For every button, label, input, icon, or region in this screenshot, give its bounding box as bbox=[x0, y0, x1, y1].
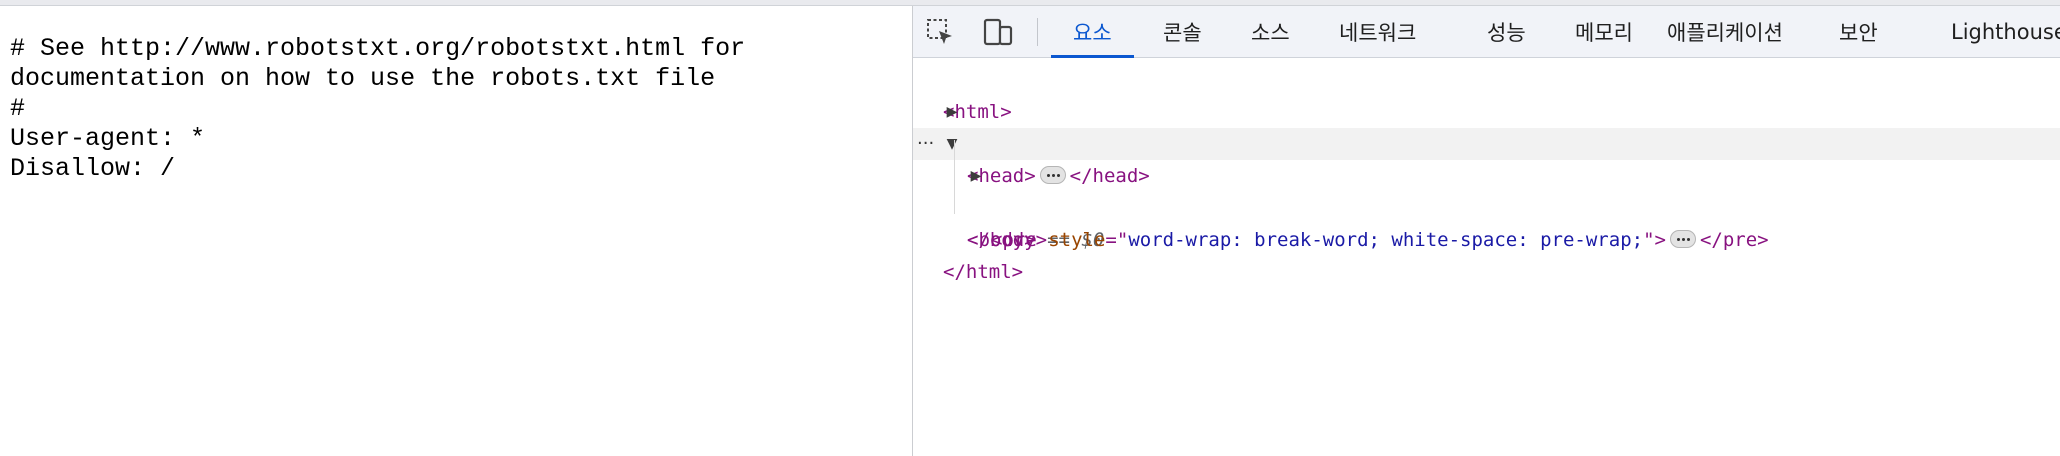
html-close-tag: </html> bbox=[943, 261, 1024, 283]
dom-node-html[interactable]: <html> bbox=[913, 64, 2060, 123]
tab-label: 콘솔 bbox=[1163, 21, 1202, 45]
tab-label: 요소 bbox=[1073, 21, 1112, 45]
page-content-pane: # See http://www.robotstxt.org/robotstxt… bbox=[0, 6, 912, 456]
expand-arrow-icon[interactable]: ▶ bbox=[969, 160, 983, 192]
tab-console[interactable]: 콘솔 bbox=[1163, 6, 1202, 58]
tree-indent-guide bbox=[954, 140, 955, 214]
tab-memory[interactable]: 메모리 bbox=[1575, 6, 1633, 58]
tab-label: 네트워크 bbox=[1339, 21, 1417, 45]
robots-txt-content: # See http://www.robotstxt.org/robotstxt… bbox=[10, 34, 745, 184]
tab-security[interactable]: 보안 bbox=[1839, 6, 1878, 58]
dom-node-head[interactable]: ▶ <head> </head> bbox=[913, 96, 2060, 187]
device-toolbar-icon[interactable] bbox=[981, 16, 1015, 48]
tab-application[interactable]: 애플리케이션 bbox=[1667, 6, 1783, 58]
tab-label: 소스 bbox=[1251, 21, 1290, 45]
tab-label: 보안 bbox=[1839, 21, 1878, 45]
dom-node-pre[interactable]: ▶ <pre style="word-wrap: break-word; whi… bbox=[913, 160, 2060, 251]
robots-line: Disallow: / bbox=[10, 154, 176, 183]
dom-node-body-close[interactable]: </body> bbox=[913, 192, 2060, 251]
tab-label: 애플리케이션 bbox=[1667, 21, 1783, 45]
dom-node-body[interactable]: ··· ▼ <body> == $0 bbox=[913, 128, 2060, 251]
tab-label: 성능 bbox=[1487, 21, 1526, 45]
row-menu-icon[interactable]: ··· bbox=[917, 128, 934, 160]
tab-performance[interactable]: 성능 bbox=[1487, 6, 1526, 58]
robots-line: # bbox=[10, 94, 26, 123]
tab-elements[interactable]: 요소 bbox=[1051, 6, 1134, 58]
tab-label: Lighthouse bbox=[1951, 20, 2060, 44]
tab-network[interactable]: 네트워크 bbox=[1339, 6, 1416, 58]
robots-line: # See http://www.robotstxt.org/robotstxt… bbox=[10, 34, 746, 63]
collapse-arrow-icon[interactable]: ▼ bbox=[945, 128, 959, 160]
tab-sources[interactable]: 소스 bbox=[1251, 6, 1290, 58]
tab-lighthouse[interactable]: Lighthouse bbox=[1951, 6, 2060, 58]
robots-line: User-agent: * bbox=[10, 124, 206, 153]
robots-line: documentation on how to use the robots.t… bbox=[10, 64, 716, 93]
toolbar-separator bbox=[1037, 18, 1038, 46]
devtools-panel: 요소 콘솔 소스 네트워크 성능 메모리 애플리케이션 보안 Lighthous… bbox=[913, 6, 2060, 456]
select-element-icon[interactable] bbox=[923, 16, 957, 48]
expand-arrow-icon[interactable]: ▶ bbox=[945, 96, 959, 128]
dom-node-html-close[interactable]: </html> bbox=[913, 224, 2060, 283]
devtools-toolbar: 요소 콘솔 소스 네트워크 성능 메모리 애플리케이션 보안 Lighthous… bbox=[913, 6, 2060, 58]
tab-label: 메모리 bbox=[1575, 21, 1633, 45]
